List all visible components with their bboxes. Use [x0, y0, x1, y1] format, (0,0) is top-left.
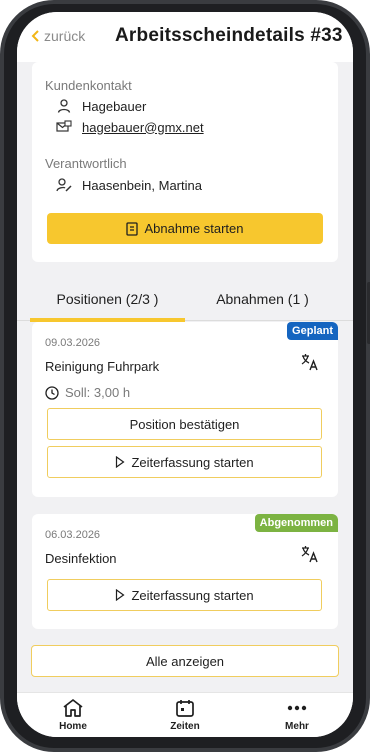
content-area: Kundenkontakt Hagebauer hagebauer@gmx.ne… [17, 62, 353, 692]
back-button[interactable]: zurück [31, 28, 85, 44]
play-icon [116, 589, 125, 601]
translate-icon[interactable] [300, 544, 320, 564]
start-time-tracking-label: Zeiterfassung starten [131, 454, 254, 470]
app-screen: zurück Arbeitsscheindetails #33 Kundenko… [17, 12, 353, 737]
soll-label: Soll: 3,00 h [65, 385, 131, 400]
contact-name: Hagebauer [82, 98, 147, 114]
clock-icon [45, 385, 59, 400]
play-icon [116, 456, 125, 468]
nav-zeiten[interactable]: Zeiten [155, 698, 215, 732]
confirm-position-button[interactable]: Position bestätigen [47, 408, 322, 440]
start-time-tracking-button[interactable]: Zeiterfassung starten [47, 446, 322, 478]
nav-home[interactable]: Home [43, 698, 103, 732]
start-abnahme-label: Abnahme starten [144, 221, 244, 236]
bottom-navigation: Home Zeiten Mehr [17, 692, 353, 737]
tab-positionen-label: Positionen (2/3 ) [56, 291, 159, 307]
calendar-icon [176, 700, 194, 717]
responsible-name: Haasenbein, Martina [82, 177, 202, 193]
contact-name-row: Hagebauer [56, 98, 146, 114]
position-date: 06.03.2026 [45, 529, 101, 541]
status-badge: Abgenommen [254, 514, 338, 532]
nav-mehr[interactable]: Mehr [267, 698, 327, 732]
show-all-label: Alle anzeigen [145, 653, 225, 669]
translate-icon[interactable] [300, 352, 320, 372]
contact-section-label: Kundenkontakt [45, 78, 132, 93]
contact-mail-icon [56, 120, 72, 132]
status-badge: Geplant [287, 322, 338, 340]
back-label: zurück [44, 28, 86, 44]
nav-zeiten-label: Zeiten [170, 721, 200, 732]
position-name: Reinigung Fuhrpark [45, 359, 160, 374]
tab-positionen[interactable]: Positionen (2/3 ) [30, 280, 185, 318]
phone-frame: zurück Arbeitsscheindetails #33 Kundenko… [0, 0, 370, 752]
tab-bar: Positionen (2/3 ) Abnahmen (1 ) [17, 280, 353, 322]
nav-home-label: Home [59, 721, 87, 732]
app-header: zurück Arbeitsscheindetails #33 [17, 12, 353, 62]
contact-email-row: hagebauer@gmx.net [56, 119, 204, 135]
details-card: Kundenkontakt Hagebauer hagebauer@gmx.ne… [32, 62, 338, 262]
person-icon [57, 99, 71, 113]
document-icon [126, 221, 139, 236]
position-name: Desinfektion [45, 551, 117, 566]
position-date: 09.03.2026 [45, 337, 101, 349]
home-icon [63, 699, 83, 717]
more-icon [287, 705, 307, 711]
tab-abnahmen[interactable]: Abnahmen (1 ) [185, 280, 340, 318]
start-time-tracking-button[interactable]: Zeiterfassung starten [47, 579, 322, 611]
start-time-tracking-label: Zeiterfassung starten [131, 587, 254, 603]
responsible-row: Haasenbein, Martina [56, 177, 202, 193]
position-card[interactable]: Geplant 09.03.2026 Reinigung Fuhrpark So… [32, 322, 338, 497]
soll-hours: Soll: 3,00 h [45, 385, 130, 400]
contact-email-link[interactable]: hagebauer@gmx.net [82, 120, 204, 135]
person-edit-icon [56, 178, 72, 192]
chevron-left-icon [31, 30, 39, 42]
page-title: Arbeitsscheindetails #33 [115, 25, 343, 46]
show-all-button[interactable]: Alle anzeigen [31, 645, 339, 677]
responsible-section-label: Verantwortlich [45, 156, 127, 171]
tab-abnahmen-label: Abnahmen (1 ) [216, 291, 309, 307]
position-card[interactable]: Abgenommen 06.03.2026 Desinfektion Zeite… [32, 514, 338, 629]
nav-mehr-label: Mehr [285, 721, 309, 732]
confirm-position-label: Position bestätigen [129, 416, 240, 432]
start-abnahme-button[interactable]: Abnahme starten [47, 213, 323, 244]
